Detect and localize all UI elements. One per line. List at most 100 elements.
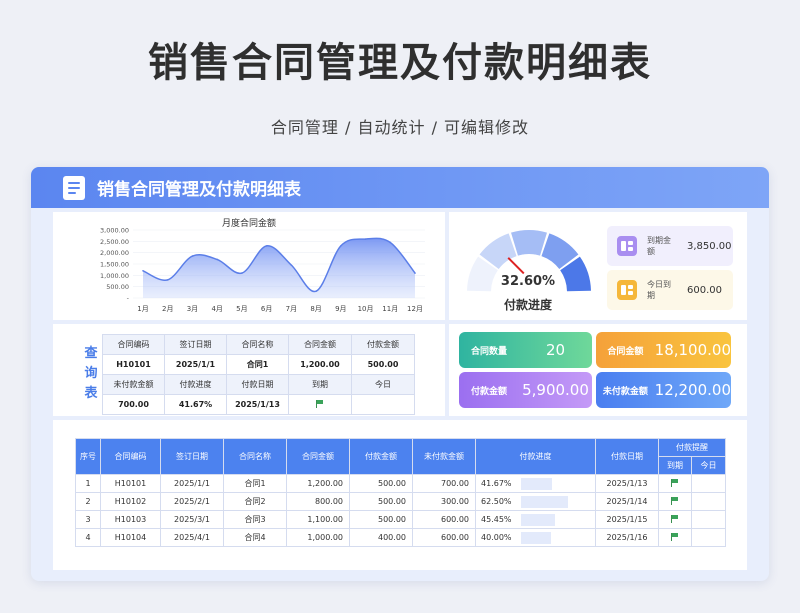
cell-no: 2 — [75, 492, 101, 511]
data-point[interactable] — [340, 245, 342, 247]
detail-card: 序号 合同编码 签订日期 合同名称 合同金额 付款金额 未付款金额 付款进度 付… — [53, 420, 747, 570]
query-card: 查 询 表 合同编码 签订日期 合同名称 合同金额 付款金额 H10101 20… — [53, 324, 445, 416]
cell-paid: 500.00 — [349, 492, 413, 511]
data-point[interactable] — [364, 238, 367, 240]
x-tick-label: 3月 — [187, 305, 198, 313]
query-header: 今日 — [351, 374, 415, 395]
progress-bar — [521, 531, 551, 544]
data-point[interactable] — [216, 258, 218, 261]
col-subheader: 到期 — [658, 456, 692, 475]
progress-text: 41.67% — [481, 479, 512, 488]
page-subtitle: 合同管理 / 自动统计 / 可编辑修改 — [270, 118, 530, 137]
cell-pay-date: 2025/1/13 — [595, 474, 659, 493]
col-header: 付款日期 — [595, 438, 659, 475]
y-tick-label: 1,000.00 — [100, 272, 129, 280]
cell-unpaid: 300.00 — [412, 492, 476, 511]
stat-label: 付款金额 — [470, 386, 507, 397]
col-subheader: 今日 — [691, 456, 726, 475]
cell-amount: 1,000.00 — [286, 528, 350, 547]
data-point[interactable] — [389, 241, 392, 244]
query-header: 付款金额 — [351, 334, 415, 355]
query-header: 付款日期 — [226, 374, 289, 395]
progress-card: 32.60% 付款进度 到期金额 3,850.00 今日到期 600.00 — [449, 212, 747, 320]
cell-paid: 500.00 — [349, 510, 413, 529]
cell-today — [691, 474, 726, 493]
cell-code: H10103 — [100, 510, 161, 529]
data-point[interactable] — [315, 290, 317, 292]
gauge-segment — [511, 230, 547, 256]
query-value: 1,200.00 — [288, 354, 352, 375]
stat-contract-count: 合同数量 20 — [459, 332, 592, 368]
stat-value: 12,200.00 — [654, 381, 731, 399]
flag-icon — [671, 532, 679, 541]
stat-contract-amount: 合同金额 18,100.00 — [596, 332, 731, 368]
query-table: 合同编码 签订日期 合同名称 合同金额 付款金额 H10101 2025/1/1… — [102, 334, 415, 415]
data-point[interactable] — [142, 270, 144, 272]
x-tick-label: 6月 — [261, 305, 272, 313]
y-tick-label: 500.00 — [106, 283, 129, 291]
cell-progress: 62.50% — [475, 492, 596, 511]
cell-name: 合同1 — [223, 474, 287, 493]
query-header: 合同金额 — [288, 334, 352, 355]
flag-icon — [671, 496, 679, 505]
col-header: 付款提醒 — [658, 438, 726, 457]
stat-label: 未付款金额 — [602, 386, 648, 397]
cell-due — [658, 528, 692, 547]
y-tick-label: 1,500.00 — [100, 261, 129, 269]
cell-unpaid: 700.00 — [412, 474, 476, 493]
y-tick-label: 2,000.00 — [100, 249, 129, 257]
cell-code: H10101 — [100, 474, 161, 493]
panel-header: 销售合同管理及付款明细表 — [31, 167, 769, 208]
data-point[interactable] — [265, 245, 268, 247]
cell-due — [658, 474, 692, 493]
col-header: 序号 — [75, 438, 101, 475]
grid-icon — [617, 280, 637, 300]
cell-date: 2025/4/1 — [160, 528, 224, 547]
monthly-area-chart: 3,000.00 2,500.00 2,000.00 1,500.00 1,000.00… — [100, 227, 425, 313]
y-tick-label: 2,500.00 — [100, 238, 129, 246]
query-header: 合同名称 — [226, 334, 289, 355]
y-tick-label: 3,000.00 — [100, 227, 129, 235]
cell-amount: 1,200.00 — [286, 474, 350, 493]
cell-due — [658, 510, 692, 529]
query-side-label: 查 询 表 — [84, 346, 98, 401]
query-contract-code-input[interactable]: H10101 — [102, 354, 165, 375]
area-fill — [143, 238, 415, 298]
stat-paid-amount: 付款金额 5,900.00 — [459, 372, 592, 408]
col-header: 未付款金额 — [412, 438, 476, 475]
x-tick-label: 8月 — [310, 305, 321, 313]
grid-icon — [617, 236, 637, 256]
table-row[interactable]: 1 H10101 2025/1/1 合同1 1,200.00 500.00 700.00 41… — [75, 474, 726, 493]
query-value: 500.00 — [351, 354, 415, 375]
gauge-percent: 32.60% — [500, 274, 556, 289]
cell-pay-date: 2025/1/14 — [595, 492, 659, 511]
progress-text: 62.50% — [481, 497, 512, 506]
cell-code: H10102 — [100, 492, 161, 511]
table-row[interactable]: 3 H10103 2025/3/1 合同3 1,100.00 500.00 600.00 45… — [75, 510, 726, 529]
x-tick-label: 12月 — [407, 305, 423, 313]
col-header: 合同金额 — [286, 438, 350, 475]
query-header: 到期 — [288, 374, 352, 395]
table-row[interactable]: 4 H10104 2025/4/1 合同4 1,000.00 400.00 600.00 40… — [75, 528, 726, 547]
data-point[interactable] — [191, 255, 194, 257]
col-header: 合同编码 — [100, 438, 161, 475]
x-tick-label: 4月 — [211, 305, 222, 313]
data-point[interactable] — [290, 264, 293, 266]
dashboard-panel: 销售合同管理及付款明细表 月度合同金额 3,000.00 2,500.00 2,00… — [31, 167, 769, 581]
due-amount-label: 到期金额 — [647, 236, 671, 256]
document-icon — [63, 175, 85, 200]
cell-amount: 1,100.00 — [286, 510, 350, 529]
cell-amount: 800.00 — [286, 492, 350, 511]
table-row[interactable]: 2 H10102 2025/2/1 合同2 800.00 500.00 300.00 62.5… — [75, 492, 726, 511]
stat-value: 18,100.00 — [654, 341, 731, 359]
data-point[interactable] — [241, 272, 243, 274]
data-point[interactable] — [414, 272, 416, 274]
cell-paid: 500.00 — [349, 474, 413, 493]
cell-today — [691, 528, 726, 547]
cell-unpaid: 600.00 — [412, 510, 476, 529]
query-value: 2025/1/1 — [164, 354, 227, 375]
query-value — [351, 394, 415, 415]
y-tick-label: - — [127, 295, 130, 303]
data-point[interactable] — [166, 279, 169, 281]
cell-paid: 400.00 — [349, 528, 413, 547]
